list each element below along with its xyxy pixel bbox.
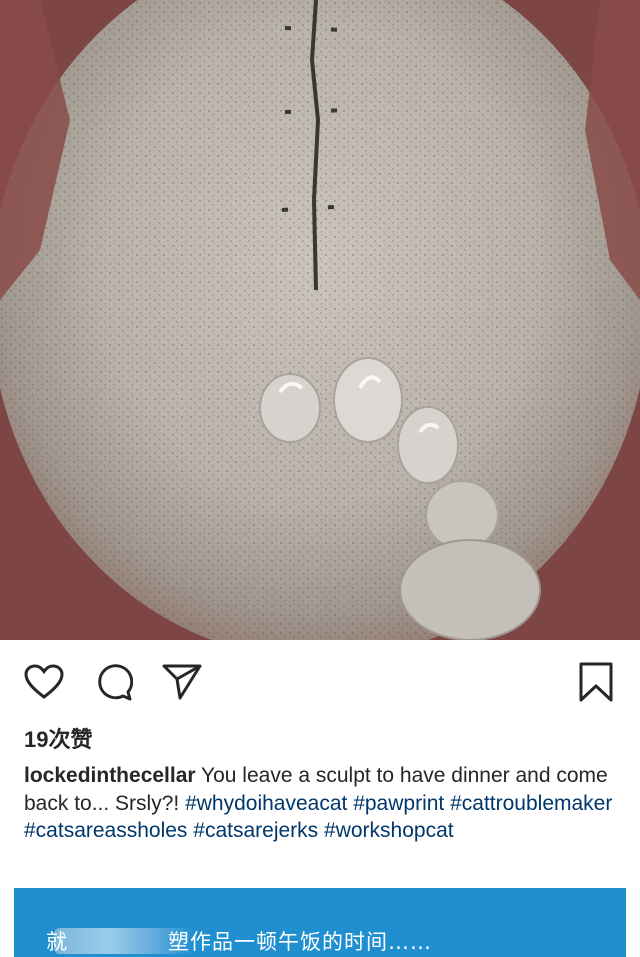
post-photo[interactable] (0, 0, 640, 640)
hashtag-link[interactable]: #catsareassholes (24, 819, 187, 842)
bookmark-icon[interactable] (574, 660, 618, 704)
username-link[interactable]: lockedinthecellar (24, 764, 196, 787)
hashtag-link[interactable]: #workshopcat (324, 819, 454, 842)
hashtag-link[interactable]: #catsarejerks (193, 819, 318, 842)
hashtag-link[interactable]: #whydoihaveacat (185, 792, 347, 815)
post-caption: lockedinthecellar You leave a sculpt to … (24, 762, 624, 845)
post-actions-bar (0, 640, 640, 730)
likes-count[interactable]: 19次赞 (24, 722, 92, 754)
subtitle-banner: 就 塑作品一顿午饭的时间…… (14, 888, 626, 957)
clay-sculpt-image (0, 0, 640, 640)
comment-icon[interactable] (92, 660, 136, 704)
banner-text: 就 塑作品一顿午饭的时间…… (46, 926, 432, 956)
hashtag-link[interactable]: #pawprint (353, 792, 444, 815)
hashtag-link[interactable]: #cattroublemaker (450, 792, 612, 815)
banner-main-text: 塑作品一顿午饭的时间…… (168, 930, 432, 954)
banner-prefix: 就 (46, 930, 68, 954)
heart-icon[interactable] (22, 660, 66, 704)
send-icon[interactable] (160, 660, 204, 704)
